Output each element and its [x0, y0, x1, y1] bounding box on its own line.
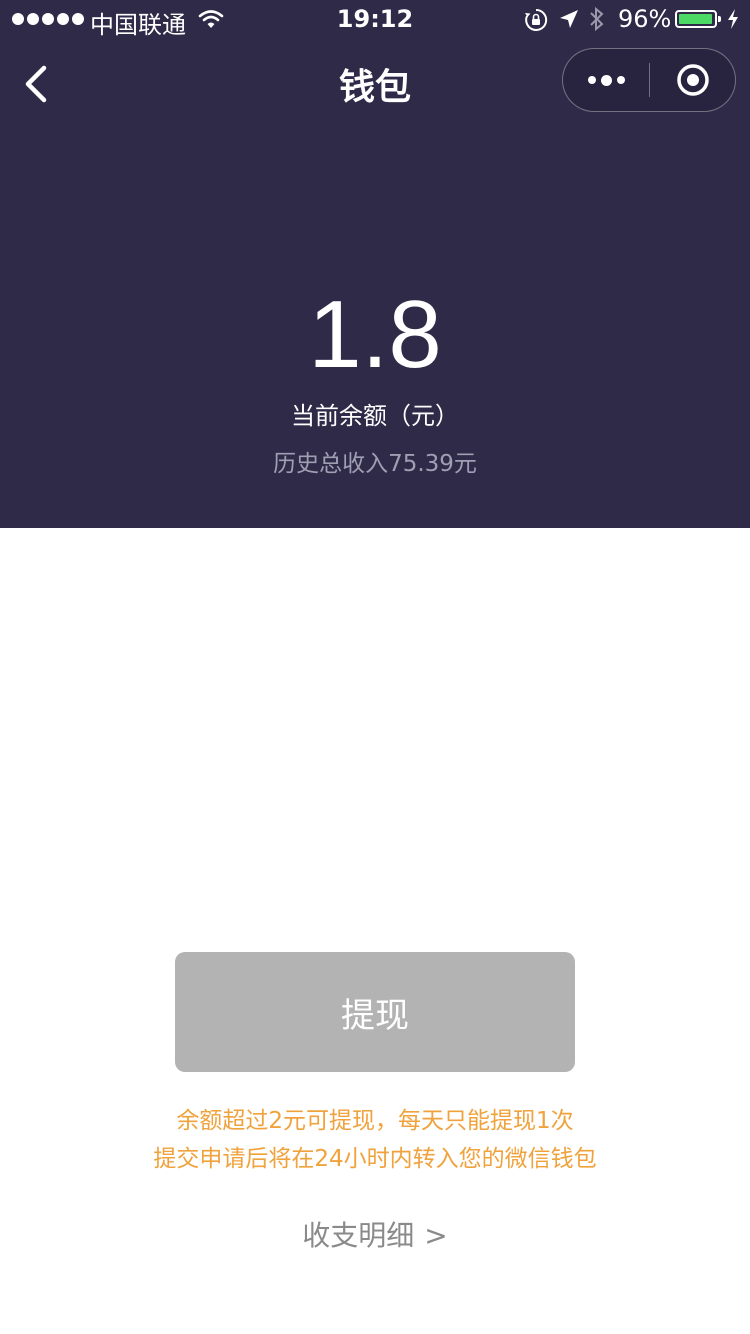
status-bar: 中国联通 19:12 96%	[0, 0, 750, 40]
transaction-detail-link[interactable]: 收支明细 >	[0, 1214, 750, 1254]
mini-program-capsule	[562, 48, 736, 112]
close-button[interactable]	[650, 49, 736, 111]
withdraw-button[interactable]: 提现	[175, 952, 575, 1072]
charging-bolt-icon	[726, 8, 740, 36]
chevron-right-icon: >	[424, 1219, 448, 1252]
detail-label: 收支明细	[302, 1219, 415, 1252]
wallet-header: 中国联通 19:12 96% 钱包 1.8 当前余额（元） 历史总收入75.39…	[0, 0, 750, 528]
close-target-icon	[677, 64, 709, 96]
notice-line-1: 余额超过2元可提现，每天只能提现1次	[176, 1108, 574, 1134]
location-arrow-icon	[558, 8, 580, 36]
more-button[interactable]	[563, 49, 649, 111]
orientation-lock-icon	[524, 8, 548, 38]
more-dots-icon	[587, 74, 625, 86]
battery-icon	[675, 10, 721, 28]
battery-percent: 96%	[618, 5, 672, 33]
balance-amount: 1.8	[308, 281, 442, 388]
bluetooth-icon	[588, 6, 606, 38]
withdraw-notice: 余额超过2元可提现，每天只能提现1次 提交申请后将在24小时内转入您的微信钱包	[0, 1102, 750, 1178]
balance-label: 当前余额（元）	[291, 402, 459, 430]
total-income: 历史总收入75.39元	[273, 451, 477, 477]
notice-line-2: 提交申请后将在24小时内转入您的微信钱包	[153, 1146, 597, 1172]
